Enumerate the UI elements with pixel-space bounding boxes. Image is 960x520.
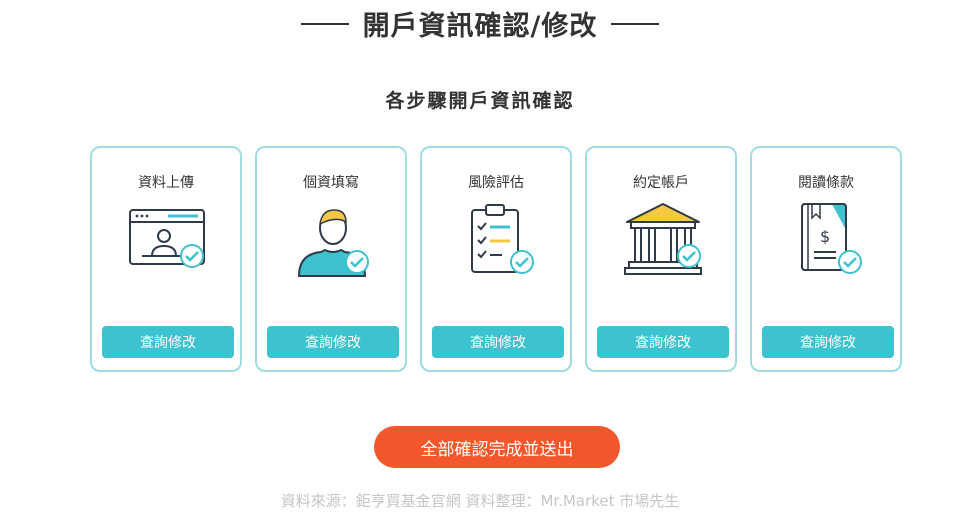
edit-button-personal-info[interactable]: 查詢修改 — [267, 326, 399, 358]
title-right-dash — [611, 22, 660, 25]
user-profile-icon — [293, 200, 373, 280]
submit-all-button[interactable]: 全部確認完成並送出 — [374, 426, 620, 468]
step-card-bank-account: 約定帳戶 查詢修改 — [585, 146, 737, 372]
source-note: 資料來源：鉅亨買基金官網 資料整理：Mr.Market 市場先生 — [280, 492, 680, 510]
edit-button-terms[interactable]: 查詢修改 — [762, 326, 894, 358]
step-card-title: 閱讀條款 — [798, 175, 854, 191]
page-title-text: 開戶資訊確認/修改 — [362, 11, 598, 42]
step-card-upload: 資料上傳 查詢修改 — [90, 146, 242, 372]
step-card-title: 約定帳戶 — [633, 175, 689, 191]
step-card-title: 資料上傳 — [138, 175, 194, 191]
edit-button-bank-account[interactable]: 查詢修改 — [597, 326, 729, 358]
title-left-dash — [300, 22, 349, 25]
terms-book-icon: $ — [788, 200, 868, 280]
step-card-risk-assessment: 風險評估 查詢修改 — [420, 146, 572, 372]
bank-building-icon — [623, 200, 703, 280]
page-title: 開戶資訊確認/修改 — [0, 4, 960, 43]
step-card-title: 個資填寫 — [303, 175, 359, 191]
clipboard-checklist-icon — [458, 200, 538, 280]
upload-document-icon — [128, 200, 208, 280]
section-subtitle: 各步驟開戶資訊確認 — [385, 90, 575, 112]
step-card-terms: 閱讀條款 $ 查詢修改 — [750, 146, 902, 372]
edit-button-upload[interactable]: 查詢修改 — [102, 326, 234, 358]
step-card-title: 風險評估 — [468, 175, 524, 191]
step-card-personal-info: 個資填寫 查詢修改 — [255, 146, 407, 372]
svg-text:$: $ — [820, 227, 830, 246]
edit-button-risk-assessment[interactable]: 查詢修改 — [432, 326, 564, 358]
